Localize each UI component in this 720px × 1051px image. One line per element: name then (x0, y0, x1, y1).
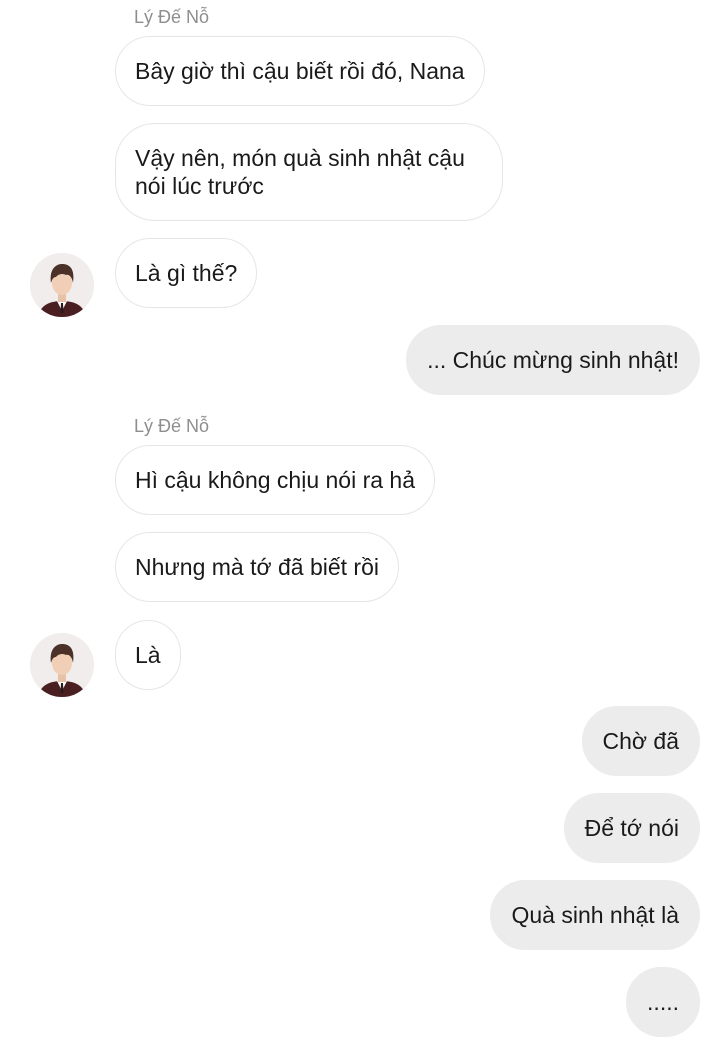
contact-avatar[interactable] (30, 253, 94, 317)
message-text: Là gì thế? (135, 260, 238, 286)
message-text: ..... (647, 989, 679, 1015)
message-text: Quà sinh nhật là (511, 902, 679, 928)
message-bubble-incoming[interactable]: Hì cậu không chịu nói ra hả (115, 445, 436, 515)
message-bubble-incoming[interactable]: Vậy nên, món quà sinh nhật cậu nói lúc t… (115, 123, 503, 221)
message-bubble-outgoing[interactable]: Quà sinh nhật là (490, 880, 700, 950)
message-bubble-incoming[interactable]: Là gì thế? (115, 238, 258, 308)
message-text: Nhưng mà tớ đã biết rồi (135, 554, 379, 580)
avatar-icon (30, 253, 94, 317)
message-text: Để tớ nói (584, 815, 679, 841)
message-text: ... Chúc mừng sinh nhật! (427, 347, 679, 373)
message-bubble-outgoing[interactable]: Chờ đã (581, 706, 700, 776)
message-bubble-outgoing[interactable]: ..... (626, 967, 700, 1037)
sender-name: Lý Đế Nỗ (134, 416, 210, 436)
message-bubble-incoming[interactable]: Nhưng mà tớ đã biết rồi (115, 532, 399, 602)
message-bubble-incoming[interactable]: Bây giờ thì cậu biết rồi đó, Nana (115, 36, 485, 106)
message-text: Vậy nên, món quà sinh nhật cậu nói lúc t… (135, 145, 465, 199)
avatar-icon (30, 633, 94, 697)
message-bubble-outgoing[interactable]: Để tớ nói (563, 793, 700, 863)
message-text: Chờ đã (602, 728, 679, 754)
message-text: Là (135, 642, 161, 668)
message-text: Bây giờ thì cậu biết rồi đó, Nana (135, 58, 465, 84)
contact-avatar[interactable] (30, 633, 94, 697)
sender-name: Lý Đế Nỗ (134, 7, 210, 27)
message-text: Hì cậu không chịu nói ra hả (135, 467, 416, 493)
message-bubble-incoming[interactable]: Là (115, 620, 181, 690)
message-bubble-outgoing[interactable]: ... Chúc mừng sinh nhật! (406, 325, 700, 395)
